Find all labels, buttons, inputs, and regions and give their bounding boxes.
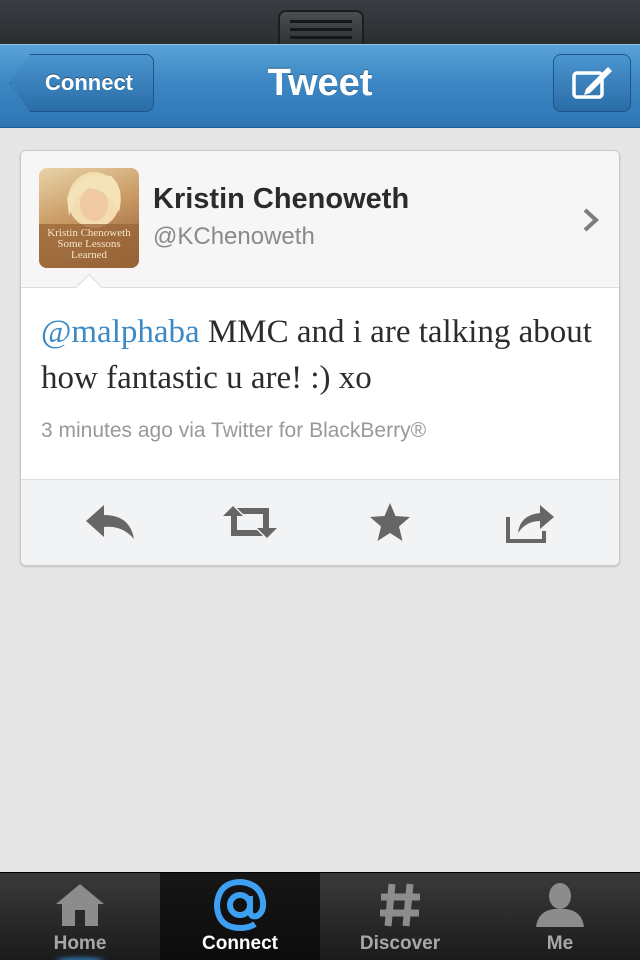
status-strip xyxy=(0,0,640,44)
avatar[interactable]: Kristin Chenoweth Some Lessons Learned xyxy=(39,168,139,268)
tab-connect[interactable]: Connect xyxy=(160,873,320,960)
mention-link[interactable]: @malphaba xyxy=(41,314,200,350)
user-name: Kristin Chenoweth xyxy=(153,183,410,215)
drag-handle[interactable] xyxy=(278,10,364,44)
at-icon xyxy=(210,878,270,932)
tab-label: Home xyxy=(53,933,107,954)
share-icon xyxy=(506,505,554,543)
user-handle: @KChenoweth xyxy=(153,223,315,250)
tab-bar: Home Connect Discover Me xyxy=(0,872,640,960)
tweet-text: @malphaba MMC and i are talking about ho… xyxy=(41,309,611,401)
retweet-icon xyxy=(223,506,277,538)
tab-label: Connect xyxy=(202,933,278,954)
compose-icon xyxy=(572,67,612,99)
tab-home[interactable]: Home xyxy=(0,873,160,960)
compose-button[interactable] xyxy=(553,54,631,112)
favorite-icon xyxy=(370,503,410,541)
tweet-actions xyxy=(21,479,619,565)
avatar-caption: Kristin Chenoweth Some Lessons Learned xyxy=(47,227,131,261)
tab-label: Discover xyxy=(359,933,441,954)
favorite-button[interactable] xyxy=(355,494,425,550)
home-icon xyxy=(50,879,110,931)
share-button[interactable] xyxy=(495,494,565,550)
tab-discover[interactable]: Discover xyxy=(320,873,480,960)
tweet-meta: 3 minutes ago via Twitter for BlackBerry… xyxy=(41,419,427,442)
reply-button[interactable] xyxy=(75,494,145,550)
person-icon xyxy=(530,879,590,931)
hash-icon xyxy=(370,879,430,931)
retweet-button[interactable] xyxy=(215,494,285,550)
nav-bar: Connect Tweet xyxy=(0,44,640,128)
tweet-author-header[interactable]: Kristin Chenoweth Some Lessons Learned K… xyxy=(21,151,619,288)
tab-label: Me xyxy=(546,933,574,954)
back-button-label: Connect xyxy=(45,70,133,95)
back-button[interactable]: Connect xyxy=(10,54,154,112)
tweet-card: Kristin Chenoweth Some Lessons Learned K… xyxy=(20,150,620,566)
tab-me[interactable]: Me xyxy=(480,873,640,960)
page-title: Tweet xyxy=(267,62,373,104)
reply-icon xyxy=(86,505,134,539)
chevron-right-icon xyxy=(583,208,599,232)
